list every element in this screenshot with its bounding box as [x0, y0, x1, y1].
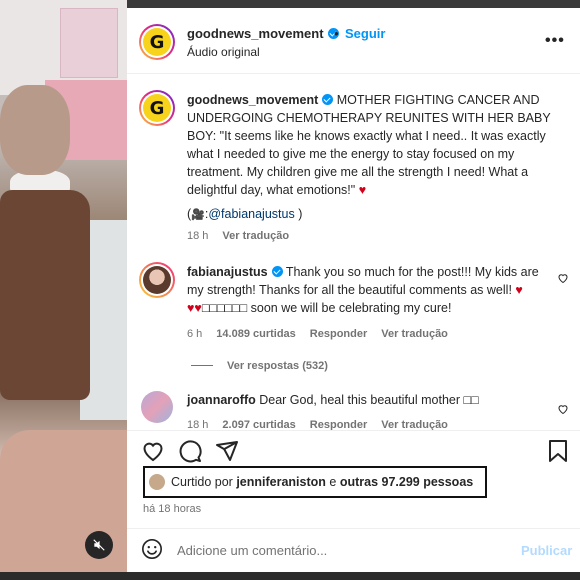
comment-icon[interactable]	[178, 439, 202, 463]
comment-1-missing-glyphs: □□□□□□	[201, 301, 248, 315]
comment-2-meta: 18 h 2.097 curtidas Responder Ver tradução	[187, 419, 448, 430]
caption-meta: 18 h Ver tradução	[187, 230, 289, 242]
publish-button[interactable]: Publicar	[521, 543, 572, 558]
caption-text: MOTHER FIGHTING CANCER AND UNDERGOING CH…	[187, 93, 551, 197]
emoji-icon[interactable]	[141, 538, 163, 560]
credit-suffix: )	[294, 207, 303, 221]
caption: goodnews_movement MOTHER FIGHTING CANCER…	[187, 91, 567, 199]
likes-others-link[interactable]: outras 97.299 pessoas	[340, 475, 473, 489]
view-replies-label[interactable]: Ver respostas (532)	[227, 360, 328, 372]
comments-scroll-area[interactable]: G goodnews_movement MOTHER FIGHTING CANC…	[127, 75, 580, 430]
caption-credit: (🎥:@fabianajustus )	[187, 207, 303, 221]
commenter-avatar[interactable]	[141, 391, 173, 423]
comment-2-like-icon[interactable]	[557, 403, 569, 415]
caption-translate-link[interactable]: Ver tradução	[222, 230, 289, 242]
likes-text: Curtido por jenniferaniston e outras 97.…	[171, 475, 473, 489]
likes-summary[interactable]: Curtido por jenniferaniston e outras 97.…	[143, 466, 487, 498]
comment-1-user[interactable]: fabianajustus	[187, 265, 268, 279]
commenter-avatar[interactable]	[139, 262, 175, 298]
comment-1-time: 6 h	[187, 328, 203, 340]
comment-2-reply-button[interactable]: Responder	[310, 419, 367, 430]
comment-2: joannaroffo Dear God, heal this beautifu…	[187, 391, 547, 409]
comment-1-hearts-emoji: ♥♥	[187, 301, 202, 315]
video-frame-arm	[0, 430, 127, 580]
credit-mention-link[interactable]: @fabianajustus	[208, 207, 294, 221]
author-username[interactable]: goodnews_movement	[187, 26, 324, 41]
heart-icon[interactable]	[141, 439, 165, 463]
video-frame-child	[0, 85, 70, 175]
post-header: G goodnews_movement • Seguir Áudio origi…	[127, 8, 580, 74]
verified-badge-icon	[322, 94, 334, 105]
post-panel: G goodnews_movement • Seguir Áudio origi…	[127, 8, 580, 572]
comment-1-like-icon[interactable]	[557, 272, 569, 284]
caption-author[interactable]: goodnews_movement	[187, 93, 318, 107]
comment-1-heart-emoji: ♥	[515, 283, 523, 297]
video-player[interactable]	[0, 0, 127, 580]
view-replies-button[interactable]: Ver respostas (532)	[191, 360, 328, 372]
comment-1-text-2: soon we will be celebrating my cure!	[247, 301, 452, 315]
mute-button[interactable]	[85, 531, 113, 559]
comment-input[interactable]	[177, 539, 507, 561]
caption-avatar[interactable]: G	[139, 90, 175, 126]
comment-1-reply-button[interactable]: Responder	[310, 328, 367, 340]
comment-2-user[interactable]: joannaroffo	[187, 393, 256, 407]
caption-time: 18 h	[187, 230, 209, 242]
video-frame-shirt	[0, 190, 90, 400]
caption-heart-emoji: ♥	[358, 183, 367, 197]
camera-emoji: 🎥	[191, 209, 205, 221]
comment-2-missing-glyphs: □□	[463, 393, 479, 407]
likes-prefix: Curtido por	[171, 475, 237, 489]
bookmark-icon[interactable]	[547, 439, 569, 463]
author-avatar[interactable]: G	[139, 24, 175, 60]
comment-2-time: 18 h	[187, 419, 209, 430]
comment-2-text: Dear God, heal this beautiful mother	[259, 393, 461, 407]
comment-2-translate-link[interactable]: Ver tradução	[381, 419, 448, 430]
comment-1-likes[interactable]: 14.089 curtidas	[216, 328, 296, 340]
verified-badge-icon	[271, 266, 283, 277]
mute-icon	[93, 539, 105, 551]
header-separator: •	[334, 26, 339, 41]
liker-avatar	[149, 474, 165, 490]
comment-1-translate-link[interactable]: Ver tradução	[381, 328, 448, 340]
liker-username[interactable]: jenniferaniston	[236, 475, 326, 489]
follow-button[interactable]: Seguir	[345, 26, 385, 41]
page-background-top	[127, 0, 580, 8]
comment-bar: Publicar	[127, 528, 580, 572]
video-frame-book	[60, 8, 118, 78]
likes-middle: e	[325, 475, 340, 489]
comment-2-likes[interactable]: 2.097 curtidas	[222, 419, 295, 430]
comment-1: fabianajustus Thank you so much for the …	[187, 263, 547, 317]
comment-1-meta: 6 h 14.089 curtidas Responder Ver tradução	[187, 328, 448, 340]
page-background-bottom	[0, 572, 580, 580]
share-icon[interactable]	[215, 439, 239, 463]
post-time: há 18 horas	[143, 503, 202, 515]
author-name[interactable]: goodnews_movement	[187, 26, 339, 41]
more-options-button[interactable]: •••	[545, 32, 565, 50]
replies-line	[191, 365, 213, 366]
audio-label[interactable]: Áudio original	[187, 45, 260, 59]
